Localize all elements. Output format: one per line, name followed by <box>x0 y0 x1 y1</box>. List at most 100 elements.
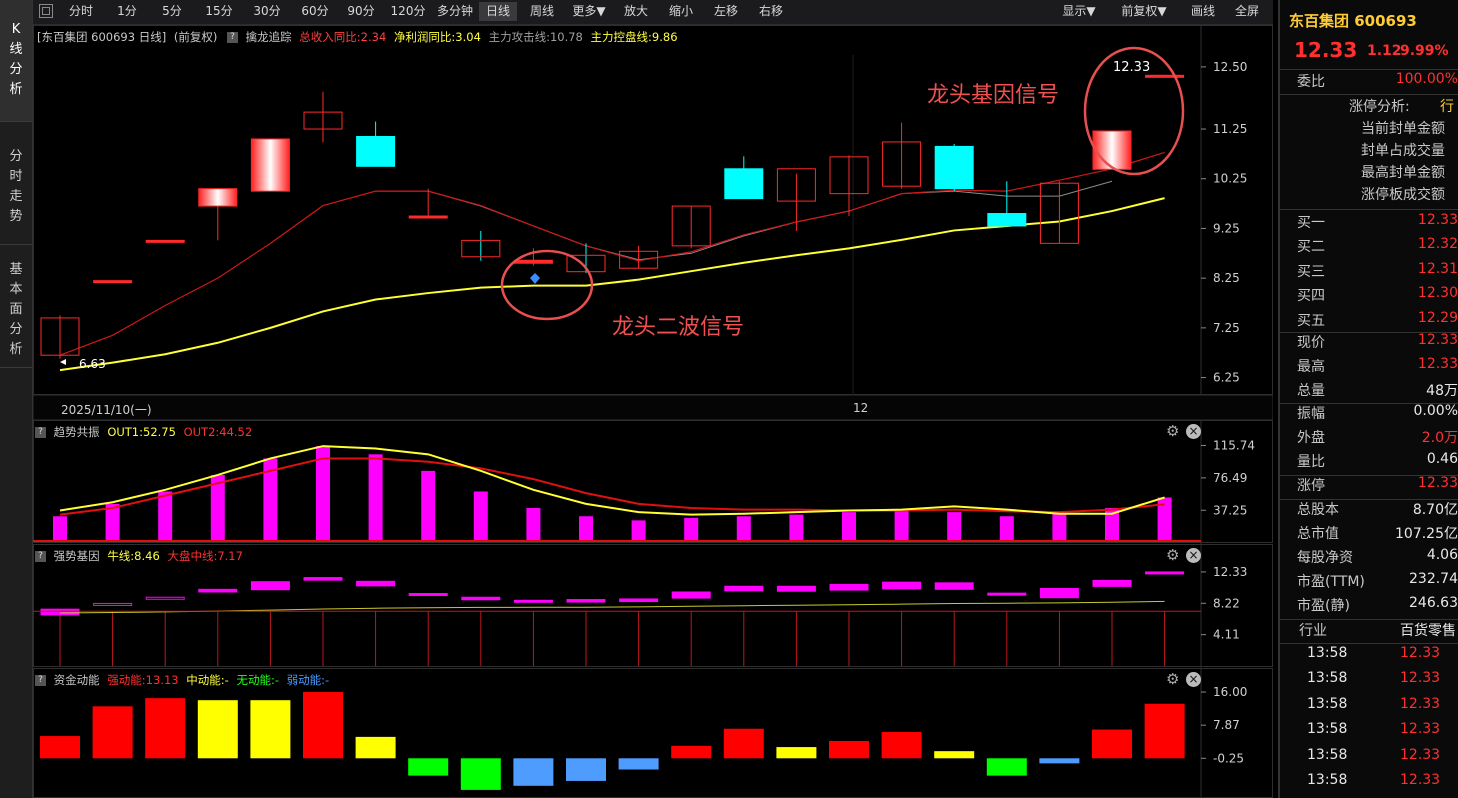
trend-settings-icon[interactable]: ⚙ <box>1166 424 1179 439</box>
fund-bar <box>1039 758 1080 764</box>
fund-bar <box>1092 729 1132 759</box>
bid-row: 买三 12.31 <box>1280 261 1458 285</box>
limit-price-row: 涨停 12.33 <box>1280 475 1458 499</box>
fund-bar <box>145 698 186 759</box>
industry-row[interactable]: 行业 百货零售 <box>1280 620 1458 644</box>
tab-k-line-analysis[interactable]: K线分析 <box>0 0 32 122</box>
weak-label: 弱动能:- <box>286 673 330 687</box>
bid-row-label: 买二 <box>1297 239 1325 256</box>
draw-button[interactable]: 画线 <box>1185 2 1221 21</box>
gene-title: 强势基因 <box>53 549 100 563</box>
period-button[interactable]: 左移 <box>705 2 747 21</box>
period-button[interactable]: 更多▼ <box>567 2 611 21</box>
trend-bar <box>526 507 541 541</box>
trend-bar <box>947 512 962 541</box>
tab-label: K线分析 <box>9 22 23 97</box>
gene-candle <box>1145 571 1185 575</box>
period-button[interactable]: 1分 <box>107 2 147 21</box>
trend-bar <box>473 491 488 541</box>
trend-close-icon[interactable]: × <box>1186 424 1201 439</box>
tick-row: 13:58 12.33 <box>1280 696 1458 720</box>
limit-item: 封单占成交量 <box>1280 140 1458 164</box>
fund-bar <box>934 751 975 759</box>
gene-candle <box>408 593 448 597</box>
bid-row: 买五 12.29 <box>1280 310 1458 334</box>
period-button[interactable]: 缩小 <box>661 2 701 21</box>
help-icon[interactable]: ? <box>226 32 238 43</box>
bid-row-value: 12.32 <box>1417 236 1458 253</box>
stat-row-label: 量比 <box>1297 454 1325 470</box>
period-button[interactable]: 右移 <box>751 2 791 21</box>
limit-item-label: 最高封单金额 <box>1361 165 1445 181</box>
gene-candle <box>619 598 659 603</box>
stat-row: 总量 48万 <box>1280 380 1458 404</box>
stat-row-label: 总量 <box>1297 383 1325 399</box>
bid-row: 买四 12.30 <box>1280 285 1458 309</box>
fundamental-row-label: 总市值 <box>1297 526 1339 542</box>
grid-menu-icon[interactable] <box>39 4 53 18</box>
fund-close-icon[interactable]: × <box>1186 672 1201 687</box>
trend-bar <box>579 516 593 541</box>
fund-settings-icon[interactable]: ⚙ <box>1166 672 1179 687</box>
trend-red-line <box>59 457 1165 516</box>
signal-diamond-icon <box>530 273 540 284</box>
y-tick-label: 6.25 <box>1213 371 1240 385</box>
stat-row-label: 最高 <box>1297 359 1325 375</box>
out1-label: OUT1:52.75 <box>107 425 176 439</box>
trend-bar <box>53 516 67 541</box>
gene-candle <box>303 577 343 581</box>
price-change-pct: 9.99% <box>1400 43 1449 59</box>
tab-intraday[interactable]: 分时走势 <box>0 123 32 245</box>
chart-area[interactable]: 12.50 11.25 10.25 9.25 8.25 7.25 6.25 115.74 76.… <box>33 25 1273 798</box>
period-button[interactable]: 放大 <box>615 2 657 21</box>
adjust-menu-button[interactable]: 前复权▼ <box>1113 2 1175 21</box>
period-button[interactable]: 5分 <box>151 2 193 21</box>
stat-row-label: 外盘 <box>1297 430 1325 446</box>
candle-body <box>93 280 133 284</box>
gene-candle <box>776 585 816 592</box>
trend-bar <box>1052 513 1067 541</box>
help-icon[interactable]: ? <box>35 551 46 562</box>
gene-candle <box>461 596 501 601</box>
gene-settings-icon[interactable]: ⚙ <box>1166 548 1179 563</box>
fundamental-row-value: 4.06 <box>1426 547 1458 563</box>
ox-line-label: 牛线:8.46 <box>107 549 160 563</box>
period-button[interactable]: 分时 <box>59 2 103 21</box>
period-button[interactable]: 周线 <box>521 2 563 21</box>
period-button[interactable]: 60分 <box>293 2 337 21</box>
gene-close-icon[interactable]: × <box>1186 548 1201 563</box>
mid-label: 中动能:- <box>186 673 229 687</box>
bid-row: 买二 12.32 <box>1280 236 1458 260</box>
tick-row: 13:58 12.33 <box>1280 721 1458 745</box>
y-tick-label: 8.22 <box>1213 596 1240 610</box>
period-button[interactable]: 15分 <box>197 2 241 21</box>
fundamental-row-value: 232.74 <box>1409 571 1458 587</box>
tab-fundamentals[interactable]: 基本面分析 <box>0 246 32 368</box>
period-button[interactable]: 30分 <box>245 2 289 21</box>
help-icon[interactable]: ? <box>35 675 46 686</box>
bid-row-label: 买三 <box>1297 263 1325 280</box>
stat-row: 振幅 0.00% <box>1280 403 1458 427</box>
stat-row: 现价 12.33 <box>1280 332 1458 356</box>
y-tick-label: 4.11 <box>1213 628 1240 642</box>
date-mid-label: 12 <box>853 401 869 415</box>
period-button[interactable]: 120分 <box>385 2 431 21</box>
display-menu-button[interactable]: 显示▼ <box>1055 2 1103 21</box>
limit-item-label: 涨停分析: <box>1349 99 1410 115</box>
fullscreen-button[interactable]: 全屏 <box>1227 2 1267 21</box>
candle-body <box>250 138 290 192</box>
fund-bar <box>355 736 396 759</box>
fundamental-row-label: 市盈(TTM) <box>1297 574 1365 590</box>
period-button[interactable]: 日线 <box>479 2 517 21</box>
fundamental-row: 每股净资 4.06 <box>1280 547 1458 571</box>
gene-candle <box>93 602 133 606</box>
stat-row: 量比 0.46 <box>1280 451 1458 475</box>
high-price-label: 12.33 <box>1113 60 1151 75</box>
left-tab-bar: K线分析 分时走势 基本面分析 <box>0 0 33 798</box>
period-button[interactable]: 多分钟 <box>435 2 475 21</box>
y-tick-label: 12.33 <box>1213 565 1247 579</box>
fundamental-row-label: 市盈(静) <box>1297 598 1350 614</box>
period-button[interactable]: 90分 <box>341 2 381 21</box>
help-icon[interactable]: ? <box>35 427 46 438</box>
out2-label: OUT2:44.52 <box>183 425 253 439</box>
